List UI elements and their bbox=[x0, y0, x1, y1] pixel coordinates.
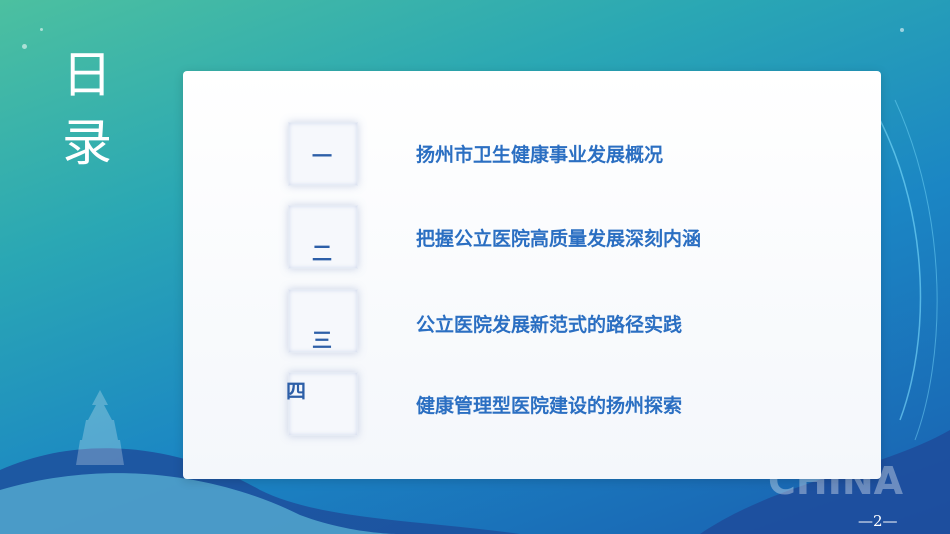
page-number: —2— bbox=[858, 512, 898, 530]
toc-item-2[interactable]: 把握公立医院高质量发展深刻内涵 bbox=[416, 230, 701, 249]
toc-number-3: 三 bbox=[312, 328, 332, 352]
toc-number-1: 一 bbox=[312, 144, 332, 168]
toc-heading-char-2: 录 bbox=[62, 114, 112, 172]
toc-heading-char-1: 日 bbox=[62, 46, 112, 104]
pagoda-silhouette bbox=[76, 390, 124, 465]
toc-number-4: 四 bbox=[286, 379, 306, 403]
arc-line bbox=[879, 119, 922, 421]
toc-item-1[interactable]: 扬州市卫生健康事业发展概况 bbox=[416, 146, 663, 165]
toc-item-3[interactable]: 公立医院发展新范式的路径实践 bbox=[416, 316, 682, 335]
decor-dot bbox=[40, 28, 43, 31]
wave-ribbon-light bbox=[0, 473, 400, 534]
toc-item-4[interactable]: 健康管理型医院建设的扬州探索 bbox=[416, 397, 682, 416]
toc-number-2: 二 bbox=[312, 241, 332, 265]
decor-dot bbox=[22, 44, 27, 49]
decor-dot bbox=[900, 28, 904, 32]
arc-line bbox=[894, 99, 938, 441]
